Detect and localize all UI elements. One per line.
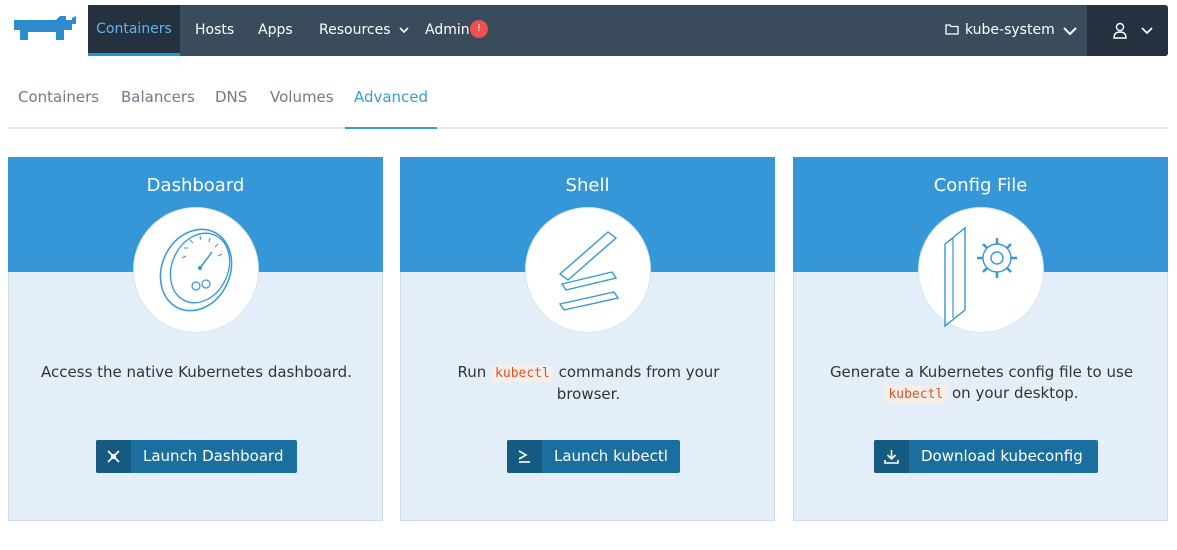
nav-hosts[interactable]: Hosts	[195, 5, 234, 56]
config-file-card: Config File Generate a Kubernetes config…	[793, 157, 1168, 521]
launch-kubectl-button[interactable]: Launch kubectl	[507, 440, 680, 473]
card-description: Access the native Kubernetes dashboard.	[41, 363, 352, 381]
description-text: Run	[457, 363, 492, 381]
chevron-down-icon	[1141, 27, 1153, 35]
top-navbar: Containers Hosts Apps Resources Admin ! …	[88, 5, 1168, 56]
download-kubeconfig-button[interactable]: Download kubeconfig	[874, 440, 1098, 473]
download-icon	[874, 440, 909, 473]
dashboard-gauge-icon	[134, 208, 258, 332]
description-text: on your desktop.	[947, 384, 1079, 402]
button-label: Launch kubectl	[554, 447, 668, 465]
launch-dashboard-button[interactable]: Launch Dashboard	[96, 440, 297, 473]
nav-resources[interactable]: Resources	[319, 5, 409, 56]
card-title: Config File	[933, 175, 1028, 196]
environment-selector[interactable]: kube-system	[945, 5, 1055, 56]
sub-tabs: Containers Balancers DNS Volumes Advance…	[8, 72, 1168, 129]
description-text: commands from your browser.	[553, 363, 720, 403]
card-title: Dashboard	[146, 175, 245, 196]
nav-resources-label: Resources	[319, 22, 391, 38]
nav-admin[interactable]: Admin	[425, 5, 470, 56]
kubectl-code: kubectl	[491, 365, 554, 382]
button-label: Launch Dashboard	[143, 447, 284, 465]
user-icon	[1113, 22, 1127, 39]
dashboard-icon	[96, 440, 131, 473]
dashboard-card: Dashboard Access the native Kubernetes d…	[8, 157, 383, 521]
button-label: Download kubeconfig	[921, 447, 1083, 465]
tab-balancers[interactable]: Balancers	[121, 72, 195, 129]
card-description: Generate a Kubernetes config file to use…	[824, 362, 1139, 405]
tab-advanced[interactable]: Advanced	[345, 72, 437, 129]
chevron-down-icon	[399, 27, 409, 34]
config-file-gear-icon	[919, 208, 1043, 332]
kubectl-code: kubectl	[884, 386, 948, 403]
terminal-icon	[507, 440, 542, 473]
tab-containers[interactable]: Containers	[18, 72, 99, 129]
shell-prompt-icon	[526, 208, 650, 332]
shell-card: Shell Run kubectl commands from your bro…	[400, 157, 775, 521]
nav-apps[interactable]: Apps	[258, 5, 293, 56]
tab-dns[interactable]: DNS	[215, 72, 247, 129]
rancher-logo[interactable]	[6, 10, 78, 50]
tab-volumes[interactable]: Volumes	[270, 72, 334, 129]
card-title: Shell	[565, 175, 610, 196]
chevron-down-icon[interactable]	[1061, 22, 1079, 40]
user-menu[interactable]	[1087, 5, 1168, 56]
nav-containers[interactable]: Containers	[88, 5, 180, 56]
environment-name: kube-system	[965, 22, 1055, 38]
description-text: Generate a Kubernetes config file to use	[829, 363, 1134, 381]
card-description: Run kubectl commands from your browser.	[431, 362, 746, 405]
folder-icon	[945, 24, 959, 35]
admin-alert-badge: !	[470, 20, 488, 38]
